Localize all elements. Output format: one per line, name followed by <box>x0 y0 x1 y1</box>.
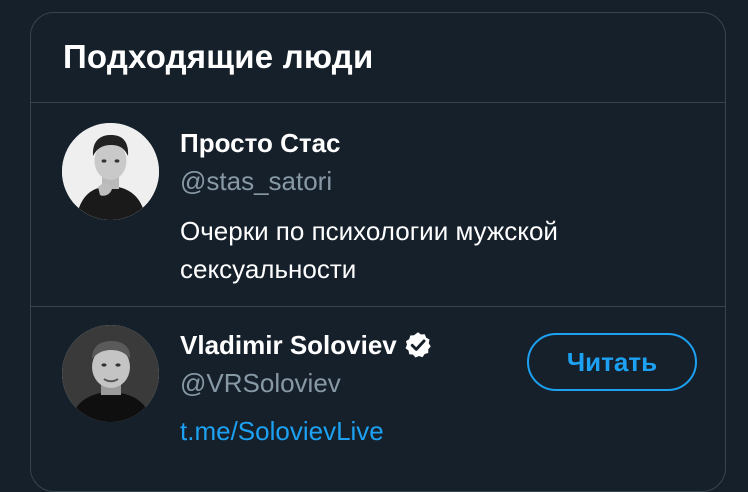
panel-header: Подходящие люди <box>31 13 725 103</box>
person-info: Просто Стас @stas_satori Очерки по психо… <box>180 125 705 288</box>
avatar-photo-icon <box>62 325 159 422</box>
profile-link[interactable]: t.me/SolovievLive <box>180 413 384 449</box>
avatar-photo-icon <box>62 123 159 220</box>
panel-title: Подходящие люди <box>63 37 374 75</box>
who-to-follow-panel: Подходящие люди Просто Стас @stas_satori… <box>30 12 726 492</box>
person-bio: Очерки по психологии мужской сексуальнос… <box>180 216 558 284</box>
avatar[interactable] <box>62 325 159 422</box>
person-row-soloviev[interactable]: Vladimir Soloviev @VRSoloviev t.me/Solov… <box>31 307 725 491</box>
person-handle[interactable]: @stas_satori <box>180 163 705 199</box>
person-name[interactable]: Vladimir Soloviev <box>180 327 397 363</box>
person-row-stas[interactable]: Просто Стас @stas_satori Очерки по психо… <box>31 103 725 307</box>
person-name[interactable]: Просто Стас <box>180 125 341 161</box>
avatar[interactable] <box>62 123 159 220</box>
follow-button[interactable]: Читать <box>527 333 697 391</box>
verified-badge-icon <box>403 330 433 360</box>
